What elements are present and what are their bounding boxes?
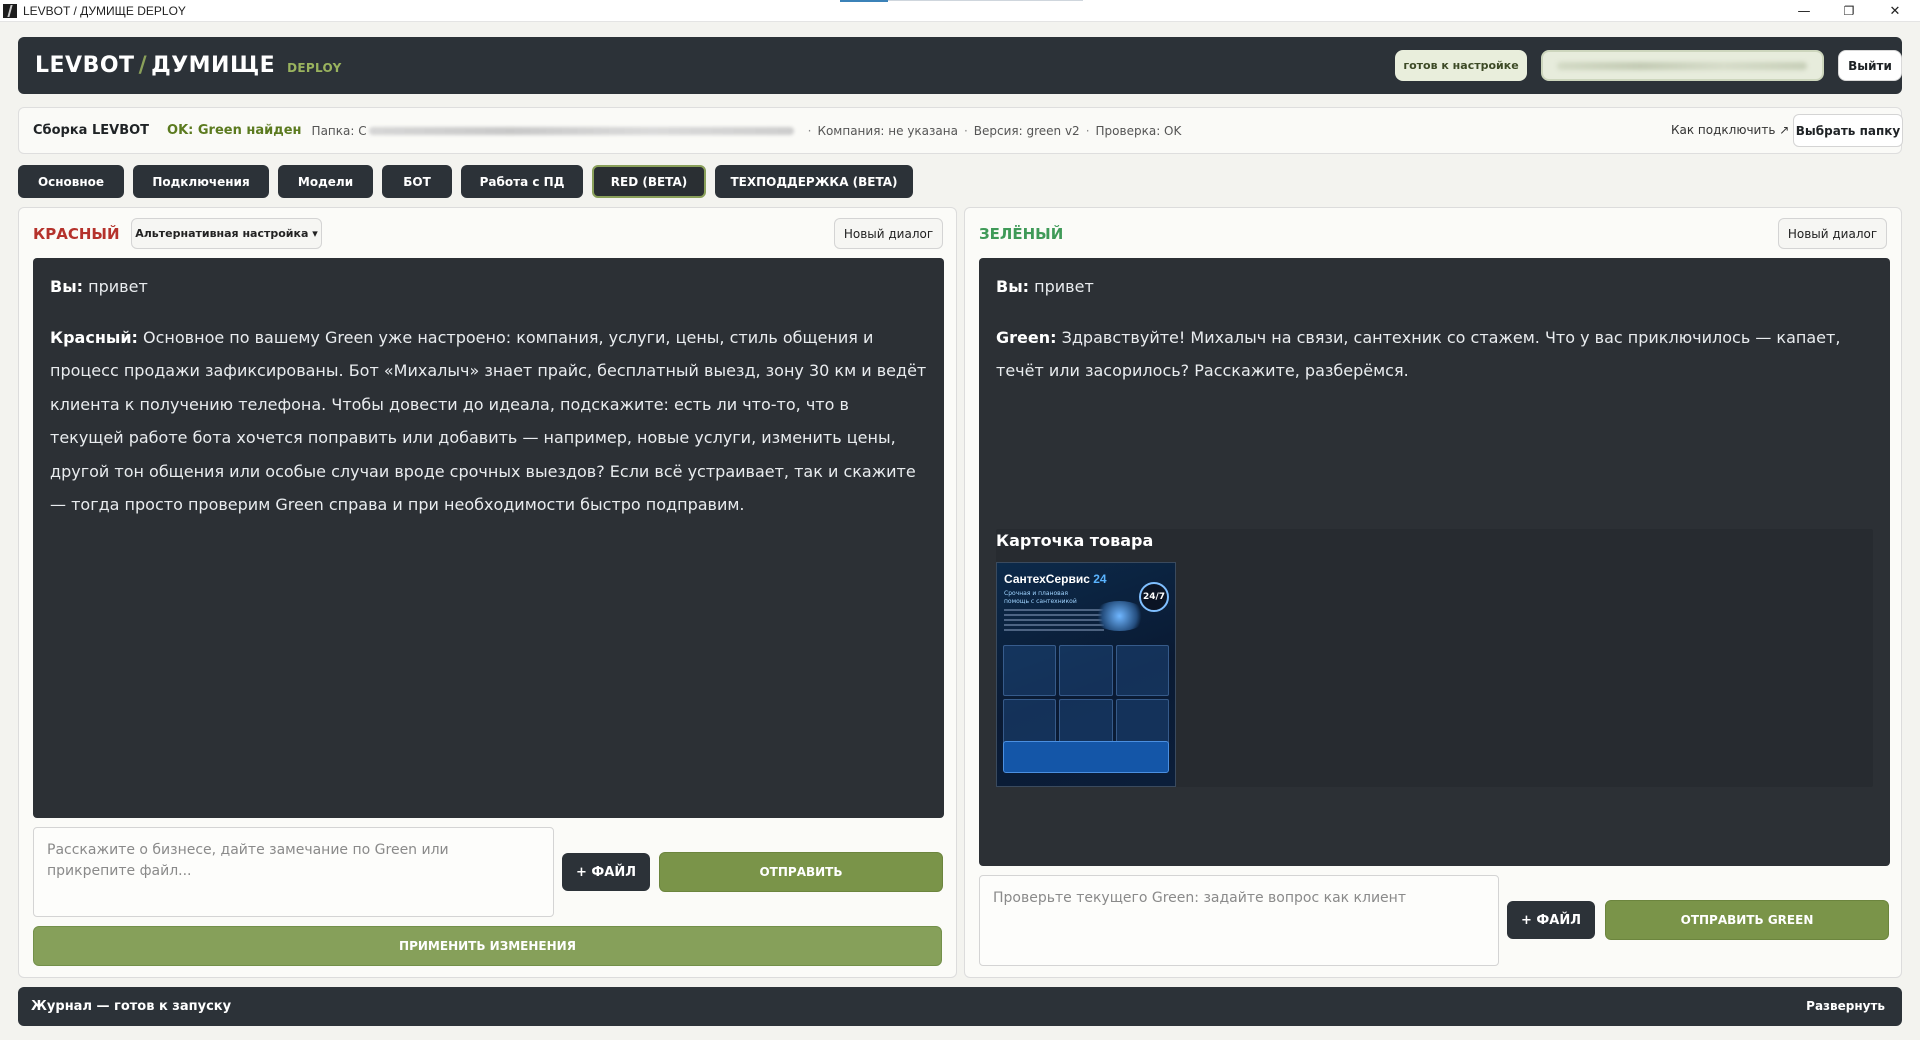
service-cell — [1059, 645, 1113, 696]
product-card-title: Карточка товара — [996, 531, 1154, 550]
green-panel-title: ЗЕЛЁНЫЙ — [979, 225, 1064, 243]
folder-label: Папка: C — [311, 123, 367, 138]
product-badge: 24/7 — [1139, 582, 1169, 612]
logout-button[interactable]: Выйти — [1838, 50, 1902, 81]
service-grid — [1003, 645, 1169, 749]
chat-message: Green: Здравствуйте! Михалыч на связи, с… — [996, 327, 1841, 381]
tab-connections[interactable]: Подключения — [133, 165, 269, 198]
product-card: Карточка товара СантехСервис 24 24/7 Сро… — [996, 529, 1873, 787]
red-panel-title: КРАСНЫЙ — [33, 225, 120, 243]
blurred-email — [1557, 62, 1807, 70]
account-email-field[interactable] — [1541, 50, 1824, 81]
main-tabs: Основное Подключения Модели БОТ Работа с… — [18, 165, 913, 198]
alt-setting-dropdown[interactable]: Альтернативная настройка ▾ — [131, 218, 322, 249]
check-label: Проверка: OK — [1095, 123, 1182, 138]
product-brand: СантехСервис 24 — [1004, 572, 1107, 586]
brand-right: ДУМИЩЕ — [151, 53, 276, 78]
service-cell — [1115, 645, 1169, 696]
expand-journal-button[interactable]: Развернуть — [1806, 999, 1885, 1013]
green-panel: ЗЕЛЁНЫЙ Новый диалог Вы: привет Green: З… — [964, 207, 1902, 978]
company-label: Компания: не указана — [817, 123, 958, 138]
red-panel: КРАСНЫЙ Альтернативная настройка ▾ Новый… — [18, 207, 957, 978]
build-title: Сборка LEVBOT — [33, 123, 150, 138]
app-icon — [3, 3, 17, 18]
tab-red-beta[interactable]: RED (BETA) — [592, 165, 706, 198]
tab-pd[interactable]: Работа с ПД — [461, 165, 583, 198]
build-meta: Папка: C · Компания: не указана · Версия… — [311, 123, 1182, 138]
window-titlebar: LEVBOT / ДУМИЩЕ DEPLOY — ❐ ✕ — [0, 0, 1920, 22]
tab-main[interactable]: Основное — [18, 165, 124, 198]
titlebar-accent — [840, 0, 888, 2]
tab-bot[interactable]: БОТ — [382, 165, 452, 198]
blurred-folder-path — [368, 126, 794, 135]
tab-models[interactable]: Модели — [278, 165, 373, 198]
green-attach-file-button[interactable]: + ФАЙЛ — [1507, 901, 1595, 939]
product-card-image[interactable]: СантехСервис 24 24/7 Срочная и плановая … — [996, 562, 1176, 787]
build-ok-status: OK: Green найден — [167, 123, 302, 138]
pick-folder-button[interactable]: Выбрать папку — [1793, 114, 1903, 147]
product-footer-banner — [1003, 741, 1169, 773]
green-new-dialog-button[interactable]: Новый диалог — [1778, 218, 1887, 249]
close-icon[interactable]: ✕ — [1872, 0, 1918, 22]
chat-message: Вы: привет — [996, 277, 1094, 296]
brand-slash: / — [138, 53, 148, 78]
minimize-icon[interactable]: — — [1781, 0, 1827, 22]
red-message-input[interactable]: Расскажите о бизнесе, дайте замечание по… — [33, 827, 554, 917]
brand-left: LEVBOT — [35, 53, 135, 78]
window-title: LEVBOT / ДУМИЩЕ DEPLOY — [23, 3, 186, 18]
send-green-button[interactable]: ОТПРАВИТЬ GREEN — [1605, 900, 1889, 940]
water-splash-graphic — [1092, 601, 1147, 631]
brand-tag: DEPLOY — [287, 60, 342, 75]
red-new-dialog-button[interactable]: Новый диалог — [834, 218, 943, 249]
product-text-lines — [1004, 609, 1104, 633]
titlebar-accent-line — [888, 0, 1083, 1]
brand-title: LEVBOT / ДУМИЩЕ — [35, 53, 275, 78]
red-chat-area: Вы: привет Красный: Основное по вашему G… — [33, 258, 944, 818]
red-send-button[interactable]: ОТПРАВИТЬ — [659, 852, 943, 892]
status-badge: готов к настройке — [1395, 50, 1527, 81]
version-label: Версия: green v2 — [973, 123, 1080, 138]
green-chat-area: Вы: привет Green: Здравствуйте! Михалыч … — [979, 258, 1890, 866]
restore-icon[interactable]: ❐ — [1826, 0, 1872, 22]
red-attach-file-button[interactable]: + ФАЙЛ — [562, 853, 650, 891]
app-header: LEVBOT / ДУМИЩЕ DEPLOY готов к настройке В… — [18, 37, 1902, 94]
how-to-connect-link[interactable]: Как подключить ↗ — [1671, 123, 1789, 137]
product-subtitle: Срочная и плановая помощь с сантехникой — [1004, 590, 1077, 605]
tab-support-beta[interactable]: ТЕХПОДДЕРЖКА (BETA) — [715, 165, 913, 198]
chat-message: Красный: Основное по вашему Green уже на… — [50, 327, 927, 515]
journal-title: Журнал — готов к запуску — [31, 999, 232, 1014]
journal-bar: Журнал — готов к запуску Развернуть — [18, 987, 1902, 1026]
build-status-bar: Сборка LEVBOT OK: Green найден Папка: C … — [18, 107, 1903, 154]
apply-changes-button[interactable]: ПРИМЕНИТЬ ИЗМЕНЕНИЯ — [33, 926, 942, 966]
chat-message: Вы: привет — [50, 277, 148, 296]
service-cell — [1003, 645, 1057, 696]
green-message-input[interactable]: Проверьте текущего Green: задайте вопрос… — [979, 875, 1499, 966]
